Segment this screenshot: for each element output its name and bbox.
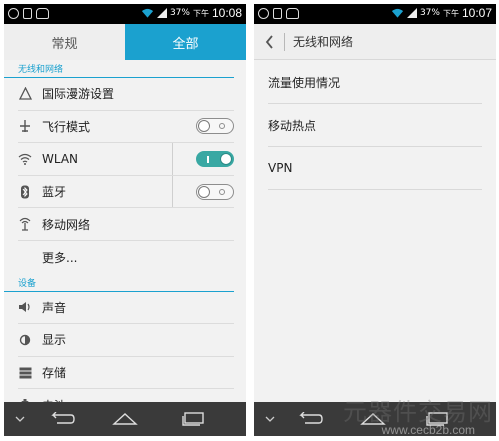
list-item-wlan[interactable]: WLAN	[18, 143, 234, 176]
chevron-down-icon	[15, 416, 25, 422]
app-notification-icon	[36, 8, 49, 19]
storage-icon	[18, 366, 32, 380]
status-bar: 37% 下午 10:07	[254, 4, 496, 24]
wireless-networks-screen: 37% 下午 10:07 无线和网络 流量使用情况 移动热点 VPN	[254, 4, 496, 436]
list-item-battery[interactable]: 电池	[18, 389, 234, 402]
time-period: 下午	[442, 8, 459, 18]
home-button[interactable]	[108, 402, 142, 436]
time-period: 下午	[192, 8, 209, 18]
settings-tabs: 常规 全部	[4, 24, 246, 60]
section-header-wireless: 无线和网络	[4, 60, 234, 78]
triangle-icon	[18, 87, 32, 101]
list-item-storage[interactable]: 存储	[18, 357, 234, 390]
list-item-hotspot[interactable]: 移动热点	[268, 104, 482, 147]
list-item-label: 移动网络	[42, 217, 91, 232]
wireless-settings-list: 流量使用情况 移动热点 VPN	[254, 61, 496, 190]
recent-apps-icon	[182, 412, 204, 426]
airplane-icon	[18, 119, 32, 133]
sim-icon	[273, 8, 282, 19]
recent-apps-button[interactable]	[420, 402, 454, 436]
recent-apps-button[interactable]	[176, 402, 210, 436]
hide-nav-button[interactable]	[260, 402, 280, 436]
list-item-airplane-mode[interactable]: 飞行模式	[18, 111, 234, 144]
bluetooth-toggle[interactable]	[196, 183, 234, 200]
home-icon	[360, 413, 386, 425]
bluetooth-icon	[18, 185, 32, 199]
list-item-data-usage[interactable]: 流量使用情况	[268, 61, 482, 104]
list-item-label: 更多...	[42, 250, 78, 265]
airplane-mode-toggle[interactable]	[196, 118, 234, 135]
wifi-status-icon	[141, 8, 154, 18]
page-header: 无线和网络	[254, 24, 496, 60]
clock: 10:08	[211, 6, 242, 20]
tab-all[interactable]: 全部	[125, 24, 246, 60]
back-button[interactable]	[46, 402, 80, 436]
list-item-roaming[interactable]: 国际漫游设置	[18, 78, 234, 111]
list-item-display[interactable]: 显示	[18, 324, 234, 357]
signal-icon	[156, 8, 167, 18]
notification-icon	[258, 8, 269, 19]
navigation-bar	[4, 402, 246, 436]
chevron-left-icon	[265, 34, 273, 49]
signal-icon	[406, 8, 417, 18]
brightness-icon	[18, 333, 32, 347]
wifi-status-icon	[391, 8, 404, 18]
back-icon	[299, 412, 323, 424]
volume-icon	[18, 300, 32, 314]
tab-general[interactable]: 常规	[4, 24, 125, 60]
list-item-label: 声音	[42, 300, 67, 315]
wlan-toggle[interactable]	[196, 150, 234, 167]
home-button[interactable]	[356, 402, 390, 436]
list-item-vpn[interactable]: VPN	[268, 147, 482, 190]
hide-nav-button[interactable]	[10, 402, 30, 436]
settings-list: 无线和网络 国际漫游设置 飞行模式 WLAN 蓝牙 移动网络 更多... 设备 …	[4, 60, 246, 402]
battery-percent: 37%	[169, 8, 190, 18]
back-icon	[51, 412, 75, 424]
app-notification-icon	[286, 8, 299, 19]
navigation-bar	[254, 402, 496, 436]
notification-icon	[8, 8, 19, 19]
sim-icon	[23, 8, 32, 19]
status-bar: 37% 下午 10:08	[4, 4, 246, 24]
list-item-label: 存储	[42, 366, 67, 381]
clock: 10:07	[461, 6, 492, 20]
chevron-down-icon	[265, 416, 275, 422]
list-item-label: 国际漫游设置	[42, 87, 115, 102]
list-item-bluetooth[interactable]: 蓝牙	[18, 175, 234, 209]
battery-percent: 37%	[419, 8, 440, 18]
divider	[284, 32, 285, 51]
recent-apps-icon	[426, 412, 448, 426]
list-item-mobile-network[interactable]: 移动网络	[18, 208, 234, 241]
list-item-more[interactable]: 更多...	[18, 241, 234, 274]
header-back-button[interactable]	[254, 24, 284, 60]
section-header-device: 设备	[4, 274, 234, 292]
list-item-sound[interactable]: 声音	[18, 292, 234, 325]
wifi-icon	[18, 152, 32, 166]
home-icon	[112, 413, 138, 425]
back-button[interactable]	[294, 402, 328, 436]
mobile-network-icon	[18, 217, 32, 231]
settings-all-screen: 37% 下午 10:08 常规 全部 无线和网络 国际漫游设置 飞行模式 WLA…	[4, 4, 246, 436]
page-title: 无线和网络	[293, 35, 354, 49]
list-item-label: 显示	[42, 333, 67, 348]
